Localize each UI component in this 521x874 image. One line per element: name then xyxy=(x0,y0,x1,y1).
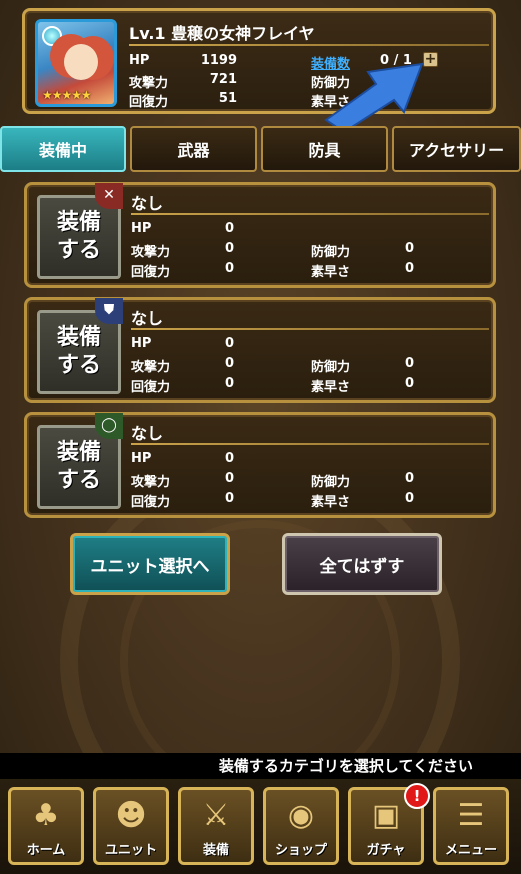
rarity-stars: ★★★★★ xyxy=(42,88,92,102)
def-value: 0 xyxy=(405,356,415,371)
slot-item-name: なし xyxy=(131,309,164,328)
equip-button-label: 装備 xyxy=(56,210,101,235)
nav-label: 装備 xyxy=(202,843,229,858)
notification-badge: ! xyxy=(404,783,430,809)
rec-value: 51 xyxy=(218,91,237,106)
hp-label: HP xyxy=(129,53,150,68)
shield-icon: ⛊ xyxy=(95,298,123,324)
unit-face-image xyxy=(64,44,98,80)
tab-equipped[interactable]: 装備中 xyxy=(0,126,126,172)
unit-select-button[interactable]: ユニット選択へ xyxy=(70,533,230,595)
divider xyxy=(131,213,489,215)
rec-value: 0 xyxy=(225,261,235,276)
menu-icon: ☰ xyxy=(457,798,485,833)
nav-shop[interactable]: ◉ ショップ xyxy=(263,787,339,865)
hp-label: HP xyxy=(131,451,152,466)
atk-value: 721 xyxy=(209,72,237,87)
def-value: 0 xyxy=(405,241,415,256)
atk-value: 0 xyxy=(225,356,235,371)
rec-value: 0 xyxy=(225,376,235,391)
rec-label: 回復力 xyxy=(131,495,171,510)
cards-icon: ▣ xyxy=(371,798,401,833)
tab-armor[interactable]: 防具 xyxy=(261,126,388,172)
nav-menu[interactable]: ☰ メニュー xyxy=(433,787,509,865)
equip-button-label: する xyxy=(56,468,101,493)
hp-value: 0 xyxy=(225,336,235,351)
equip-slot-accessory: 装備 する ◯ なし HP 0 攻撃力 0 回復力 0 防御力 0 素早さ 0 xyxy=(24,412,496,518)
coin-icon: ◉ xyxy=(287,798,315,833)
remove-all-button[interactable]: 全てはずす xyxy=(282,533,442,595)
tutorial-arrow-icon xyxy=(324,62,424,132)
unit-portrait[interactable]: ★★★★★ xyxy=(35,19,117,107)
spd-value: 0 xyxy=(405,491,415,506)
spd-label: 素早さ xyxy=(311,380,351,395)
def-label: 防御力 xyxy=(311,360,351,375)
spd-label: 素早さ xyxy=(311,265,351,280)
def-label: 防御力 xyxy=(311,245,351,260)
unit-portrait-icon: ☻ xyxy=(115,798,147,833)
divider xyxy=(131,328,489,330)
element-gem-icon xyxy=(42,26,62,46)
hp-label: HP xyxy=(131,336,152,351)
atk-label: 攻撃力 xyxy=(129,76,169,91)
nav-label: ホーム xyxy=(26,843,66,858)
nav-label: ガチャ xyxy=(366,843,406,858)
atk-label: 攻撃力 xyxy=(131,245,171,260)
status-message: 装備するカテゴリを選択してください xyxy=(0,753,521,779)
divider xyxy=(129,44,489,46)
tab-accessory[interactable]: アクセサリー xyxy=(392,126,521,172)
equip-button-label: する xyxy=(56,238,101,263)
rec-label: 回復力 xyxy=(131,380,171,395)
crossed-swords-icon: ⚔ xyxy=(202,798,230,833)
hp-value: 0 xyxy=(225,451,235,466)
tree-icon: ♣ xyxy=(32,798,60,833)
ring-icon: ◯ xyxy=(95,413,123,439)
def-label: 防御力 xyxy=(311,475,351,490)
bottom-nav: ♣ ホーム ☻ ユニット ⚔ 装備 ◉ ショップ ▣ ガチャ ☰ メニュー xyxy=(0,779,521,874)
equip-button-label: 装備 xyxy=(56,440,101,465)
nav-label: メニュー xyxy=(444,843,497,858)
rec-label: 回復力 xyxy=(131,265,171,280)
nav-equipment[interactable]: ⚔ 装備 xyxy=(178,787,254,865)
equip-button-label: 装備 xyxy=(56,325,101,350)
def-value: 0 xyxy=(405,471,415,486)
unit-name: Lv.1 豊穣の女神フレイヤ xyxy=(129,24,315,43)
slot-item-name: なし xyxy=(131,424,164,443)
nav-home[interactable]: ♣ ホーム xyxy=(8,787,84,865)
nav-unit[interactable]: ☻ ユニット xyxy=(93,787,169,865)
hp-value: 1199 xyxy=(200,53,237,68)
atk-label: 攻撃力 xyxy=(131,360,171,375)
slot-item-name: なし xyxy=(131,194,164,213)
spd-value: 0 xyxy=(405,376,415,391)
atk-value: 0 xyxy=(225,471,235,486)
equip-slot-armor: 装備 する ⛊ なし HP 0 攻撃力 0 回復力 0 防御力 0 素早さ 0 xyxy=(24,297,496,403)
hp-value: 0 xyxy=(225,221,235,236)
equip-button-label: する xyxy=(56,353,101,378)
atk-label: 攻撃力 xyxy=(131,475,171,490)
nav-label: ユニット xyxy=(104,843,157,858)
tab-weapon[interactable]: 武器 xyxy=(130,126,257,172)
hp-label: HP xyxy=(131,221,152,236)
nav-label: ショップ xyxy=(274,843,327,858)
atk-value: 0 xyxy=(225,241,235,256)
spd-label: 素早さ xyxy=(311,495,351,510)
rec-value: 0 xyxy=(225,491,235,506)
spd-value: 0 xyxy=(405,261,415,276)
divider xyxy=(131,443,489,445)
crossed-swords-icon: ✕ xyxy=(95,183,123,209)
rec-label: 回復力 xyxy=(129,95,169,110)
equip-slot-weapon: 装備 する ✕ なし HP 0 攻撃力 0 回復力 0 防御力 0 素早さ 0 xyxy=(24,182,496,288)
